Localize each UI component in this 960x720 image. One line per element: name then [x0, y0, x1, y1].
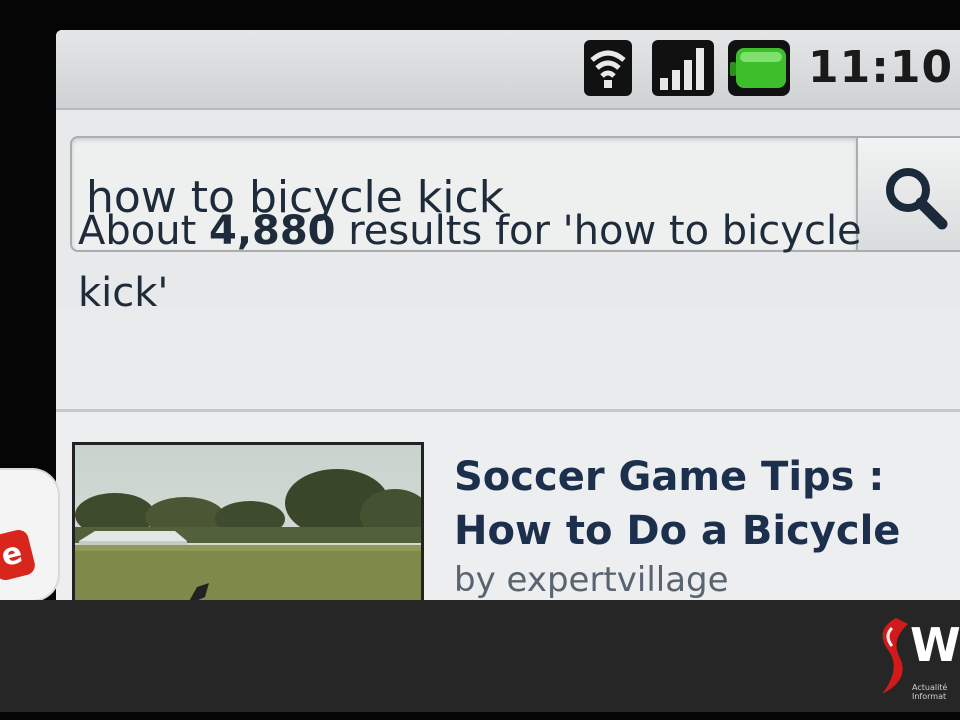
results-summary: About 4,880 results for 'how to bicycle … — [78, 200, 938, 324]
video-title[interactable]: Soccer Game Tips : How to Do a Bicycle — [454, 450, 954, 558]
phone-screen: 11:10 PM how to bicycle kick About 4,880… — [56, 30, 960, 600]
channel-logo-subtitle: Actualité — [912, 683, 948, 692]
channel-logo-subtitle-2: Informat — [912, 692, 947, 701]
wifi-icon — [584, 40, 632, 96]
youtube-tube-icon: e — [0, 527, 37, 583]
video-result-item[interactable]: Soccer Game Tips : How to Do a Bicycle b… — [56, 412, 960, 600]
video-overlay-bar — [0, 600, 960, 712]
results-count: 4,880 — [208, 208, 336, 254]
video-thumbnail[interactable] — [72, 442, 424, 600]
status-time: 11:10 PM — [808, 42, 960, 93]
youtube-logo: e — [0, 470, 58, 600]
video-frame: 11:10 PM how to bicycle kick About 4,880… — [0, 0, 960, 720]
video-author: by expertvillage — [454, 560, 729, 600]
battery-icon — [728, 40, 790, 96]
status-bar: 11:10 PM — [56, 30, 960, 110]
signal-bars-icon — [652, 40, 714, 96]
results-summary-prefix: About — [78, 208, 209, 254]
channel-logo-text: W — [910, 618, 960, 672]
